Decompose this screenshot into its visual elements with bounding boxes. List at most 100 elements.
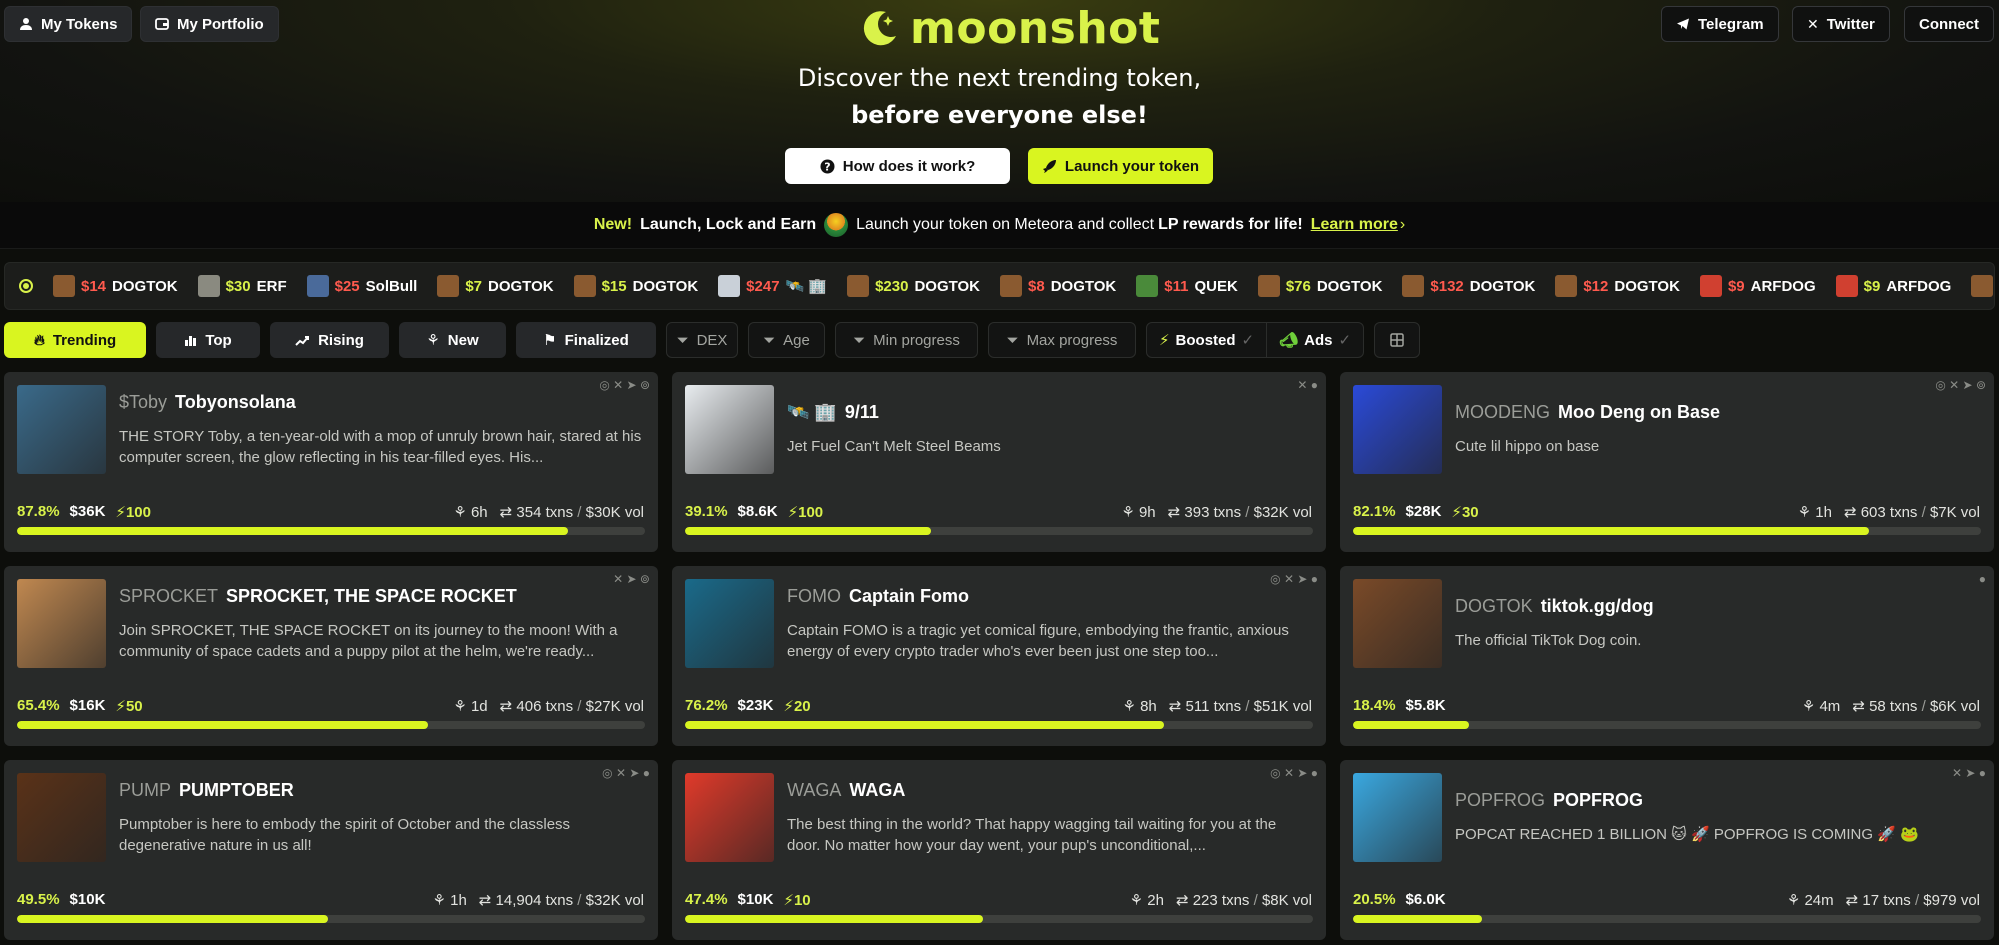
- age-item: ⚘ 1h: [1798, 503, 1832, 521]
- ticker-item[interactable]: $247 🛰️ 🏢: [718, 275, 827, 297]
- ticker-amount: $8: [1028, 277, 1045, 295]
- wallet-icon: [155, 18, 169, 30]
- ticker-item[interactable]: $30 ERF: [197, 275, 287, 297]
- tab-finalized[interactable]: ⚑ Finalized: [516, 322, 656, 358]
- ticker-item[interactable]: $7 DOGTOK: [437, 275, 554, 297]
- token-title: SPROCKET SPROCKET, THE SPACE ROCKET: [119, 586, 598, 607]
- ticker-item[interactable]: $11 QUEK: [1136, 275, 1238, 297]
- progress-bar: [17, 527, 645, 535]
- progress-percent: 82.1%: [1353, 503, 1396, 520]
- social-links[interactable]: ◎ ✕ ➤ ⊚: [1935, 378, 1986, 392]
- ticker-item[interactable]: $132 DOGTOK: [1402, 275, 1535, 297]
- ticker-amount: $7: [465, 277, 483, 295]
- grid-view-button[interactable]: [1374, 322, 1421, 358]
- my-portfolio-button[interactable]: My Portfolio: [140, 6, 279, 42]
- social-links[interactable]: ●: [1979, 572, 1986, 586]
- sprout-icon: ⚘: [426, 332, 440, 349]
- ticker-item[interactable]: $8 DOGTOK: [1000, 275, 1116, 297]
- telegram-button[interactable]: Telegram: [1661, 6, 1779, 42]
- filter-min-progress-label: Min progress: [873, 331, 960, 349]
- twitter-button[interactable]: ✕ Twitter: [1792, 6, 1890, 42]
- filter-icon: ⏷: [676, 331, 689, 349]
- learn-more-link[interactable]: Learn more: [1311, 216, 1398, 234]
- social-links[interactable]: ◎ ✕ ➤ ⊚: [599, 378, 650, 392]
- tab-top[interactable]: Top: [156, 322, 260, 358]
- market-cap: $28K: [1405, 503, 1442, 520]
- progress-fill: [1353, 915, 1482, 923]
- ticker-amount: $25: [334, 277, 360, 295]
- token-card[interactable]: ✕ ● 🛰️ 🏢 9/11 Jet Fuel Can't Melt Steel Bea…: [672, 372, 1326, 552]
- social-links[interactable]: ◎ ✕ ➤ ●: [1270, 766, 1318, 780]
- tab-new-label: New: [447, 331, 479, 349]
- txns-item: ⇄ 393 txns / $32K vol: [1167, 504, 1312, 521]
- tab-rising[interactable]: Rising: [270, 322, 389, 358]
- token-txns: 17 txns: [1862, 892, 1911, 909]
- social-links[interactable]: ✕ ➤ ●: [1952, 766, 1986, 780]
- token-card[interactable]: ✕ ➤ ⊚ SPROCKET SPROCKET, THE SPACE ROCKET J…: [4, 566, 658, 746]
- social-links[interactable]: ✕ ➤ ⊚: [613, 572, 650, 586]
- ticker-item[interactable]: $76 DOGTOK: [1257, 275, 1382, 297]
- tagline-line2: before everyone else!: [851, 101, 1148, 129]
- new-badge: New!: [593, 216, 633, 233]
- token-card[interactable]: ✕ ➤ ● POPFROG POPFROG POPCAT REACHED 1 BILL…: [1340, 760, 1994, 940]
- boost-badge: ⚡30: [1451, 504, 1479, 521]
- token-card[interactable]: ◎ ✕ ➤ ⊚ MOODENG Moo Deng on Base Cute lil h…: [1340, 372, 1994, 552]
- token-volume: $27K vol: [585, 698, 644, 715]
- token-age: 8h: [1140, 698, 1157, 715]
- ticker-symbol: ERF: [256, 277, 287, 295]
- ticker-item[interactable]: $25 SolBull: [306, 275, 417, 297]
- age-item: ⚘ 24m: [1787, 891, 1834, 909]
- ticker-item[interactable]: $14 DOGTOK: [53, 275, 178, 297]
- token-meta: ⚘ 9h ⇄ 393 txns / $32K vol: [1121, 503, 1312, 521]
- ticker-item[interactable]: $9 ARFDOG: [1835, 275, 1951, 297]
- sprout-icon: ⚘: [453, 698, 467, 715]
- token-txns: 14,904 txns: [495, 892, 574, 909]
- telegram-label: Telegram: [1698, 15, 1764, 33]
- token-image: [17, 773, 106, 862]
- tab-trending[interactable]: 🔥︎ Trending: [4, 322, 146, 358]
- token-card[interactable]: ● DOGTOK tiktok.gg/dog The official TikTok …: [1340, 566, 1994, 746]
- toggle-ads[interactable]: 📣︎ Ads ✓: [1266, 323, 1363, 357]
- toggle-boosted[interactable]: ⚡ Boosted ✓: [1147, 323, 1266, 357]
- ticker-item[interactable]: $15 DOGTOK: [573, 275, 698, 297]
- connect-button[interactable]: Connect: [1904, 6, 1994, 42]
- filter-max-progress[interactable]: ⏷ Max progress: [988, 322, 1136, 358]
- token-card[interactable]: ◎ ✕ ➤ ● PUMP PUMPTOBER Pumptober is here to…: [4, 760, 658, 940]
- txns-item: ⇄ 406 txns / $27K vol: [499, 698, 644, 715]
- my-tokens-button[interactable]: My Tokens: [4, 6, 133, 42]
- sprout-icon: ⚘: [1121, 504, 1135, 521]
- token-card[interactable]: ◎ ✕ ➤ ● WAGA WAGA The best thing in the wor…: [672, 760, 1326, 940]
- market-cap: $10K: [737, 891, 774, 908]
- ticker-item[interactable]: $230 DOGTOK: [847, 275, 980, 297]
- ticker-item[interactable]: $160: [1971, 275, 1994, 297]
- social-links[interactable]: ◎ ✕ ➤ ●: [602, 766, 650, 780]
- launch-token-label: Launch your token: [1064, 157, 1200, 175]
- sprout-icon: ⚘: [1797, 504, 1812, 521]
- token-avatar: [197, 275, 220, 297]
- logo[interactable]: moonshot: [858, 2, 1160, 54]
- ticker-amount: $76: [1285, 277, 1311, 295]
- ticker-item[interactable]: $12 DOGTOK: [1555, 275, 1680, 297]
- ticker-symbol: ARFDOG: [1750, 277, 1816, 295]
- age-item: ⚘ 1d: [453, 697, 487, 715]
- token-card[interactable]: ◎ ✕ ➤ ● FOMO Captain Fomo Captain FOMO is a…: [672, 566, 1326, 746]
- progress-bar: [1353, 721, 1981, 729]
- progress-bar: [685, 721, 1313, 729]
- trending-up-icon: [295, 335, 310, 346]
- token-symbol: WAGA: [787, 780, 842, 800]
- social-links[interactable]: ✕ ●: [1297, 378, 1318, 392]
- social-links[interactable]: ◎ ✕ ➤ ●: [1270, 572, 1318, 586]
- token-age: 1h: [1815, 504, 1832, 521]
- ticker-amount: $230: [875, 277, 909, 295]
- filter-icon: ⏷: [1006, 331, 1019, 349]
- launch-token-button[interactable]: Launch your token: [1028, 148, 1213, 184]
- filter-dex[interactable]: ⏷ DEX: [666, 322, 738, 358]
- ticker-item[interactable]: $9 ARFDOG: [1699, 275, 1816, 297]
- token-card[interactable]: ◎ ✕ ➤ ⊚ $Toby Tobyonsolana THE STORY Toby, …: [4, 372, 658, 552]
- filter-age[interactable]: ⏷ Age: [748, 322, 825, 358]
- how-does-it-work-button[interactable]: ? How does it work?: [785, 148, 1010, 184]
- tab-new[interactable]: ⚘ New: [399, 322, 506, 358]
- token-title: WAGA WAGA: [787, 780, 1266, 801]
- token-age: 1h: [450, 892, 467, 909]
- filter-min-progress[interactable]: ⏷ Min progress: [835, 322, 978, 358]
